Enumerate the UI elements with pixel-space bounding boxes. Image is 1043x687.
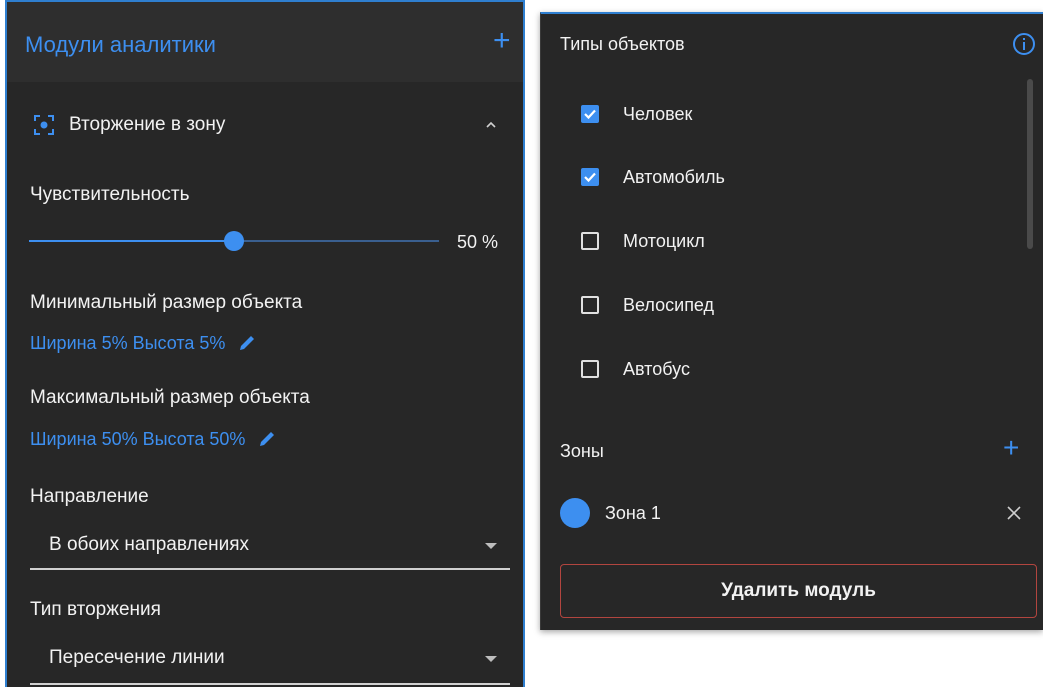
select-underline [30, 683, 510, 685]
dropdown-arrow-icon [485, 656, 497, 662]
checkbox-checked[interactable] [581, 168, 599, 186]
select-underline [30, 568, 510, 570]
checkbox-unchecked[interactable] [581, 296, 599, 314]
object-type-label: Автомобиль [623, 166, 725, 187]
zone-target-icon [34, 115, 54, 135]
object-type-item[interactable]: Мотоцикл [581, 226, 705, 256]
object-type-label: Велосипед [623, 294, 715, 315]
info-icon[interactable] [1012, 32, 1036, 56]
sensitivity-value: 50 % [457, 232, 499, 252]
object-types-label: Типы объектов [560, 34, 685, 54]
sensitivity-slider-fill [29, 240, 234, 242]
direction-label: Направление [30, 486, 149, 507]
close-icon[interactable] [1006, 505, 1022, 521]
panel-title: Модули аналитики [25, 32, 216, 57]
object-type-item[interactable]: Велосипед [581, 290, 714, 320]
module-header[interactable]: Вторжение в зону [33, 112, 513, 142]
checkbox-unchecked[interactable] [581, 360, 599, 378]
pencil-icon [240, 336, 255, 350]
scrollbar[interactable] [1027, 79, 1033, 249]
add-module-button[interactable]: + [493, 26, 511, 56]
checkbox-unchecked[interactable] [581, 232, 599, 250]
checkbox-checked[interactable] [581, 105, 599, 123]
zone-item[interactable]: Зона 1 [560, 497, 1030, 529]
pencil-icon [260, 432, 275, 446]
module-settings-panel: Типы объектов Человек Автомобиль Мотоцик… [540, 12, 1043, 630]
add-zone-button[interactable]: + [1003, 434, 1019, 462]
sensitivity-label: Чувствительность [30, 184, 190, 205]
max-size-value: Ширина 50% Высота 50% [30, 428, 246, 449]
object-type-item[interactable]: Автобус [581, 354, 690, 384]
object-type-label: Человек [623, 103, 693, 124]
dropdown-arrow-icon [485, 543, 497, 549]
sensitivity-slider-handle[interactable] [224, 231, 244, 251]
direction-select[interactable]: В обоих направлениях [30, 522, 510, 572]
delete-module-button[interactable]: Удалить модуль [560, 564, 1037, 618]
min-size-edit[interactable]: Ширина 5% Высота 5% [30, 331, 257, 355]
analytics-modules-panel: Модули аналитики + Вторжение в зону Чувс… [5, 0, 525, 687]
object-type-label: Мотоцикл [623, 230, 705, 251]
max-size-edit[interactable]: Ширина 50% Высота 50% [30, 427, 277, 451]
zones-label: Зоны [560, 441, 604, 461]
object-type-item[interactable]: Человек [581, 99, 692, 129]
min-size-value: Ширина 5% Высота 5% [30, 332, 226, 353]
object-type-item[interactable]: Автомобиль [581, 162, 725, 192]
panel-header: Модули аналитики + [7, 2, 523, 82]
intrusion-type-select[interactable]: Пересечение линии [30, 635, 510, 685]
object-type-label: Автобус [623, 358, 690, 379]
zone-color-dot[interactable] [560, 498, 590, 528]
module-name: Вторжение в зону [69, 114, 226, 135]
direction-selected-value: В обоих направлениях [49, 534, 250, 555]
chevron-up-icon[interactable] [484, 120, 498, 130]
max-size-label: Максимальный размер объекта [30, 387, 310, 408]
zone-name: Зона 1 [605, 503, 661, 523]
min-size-label: Минимальный размер объекта [30, 292, 303, 313]
intrusion-type-selected-value: Пересечение линии [49, 647, 225, 668]
intrusion-type-label: Тип вторжения [30, 599, 161, 620]
